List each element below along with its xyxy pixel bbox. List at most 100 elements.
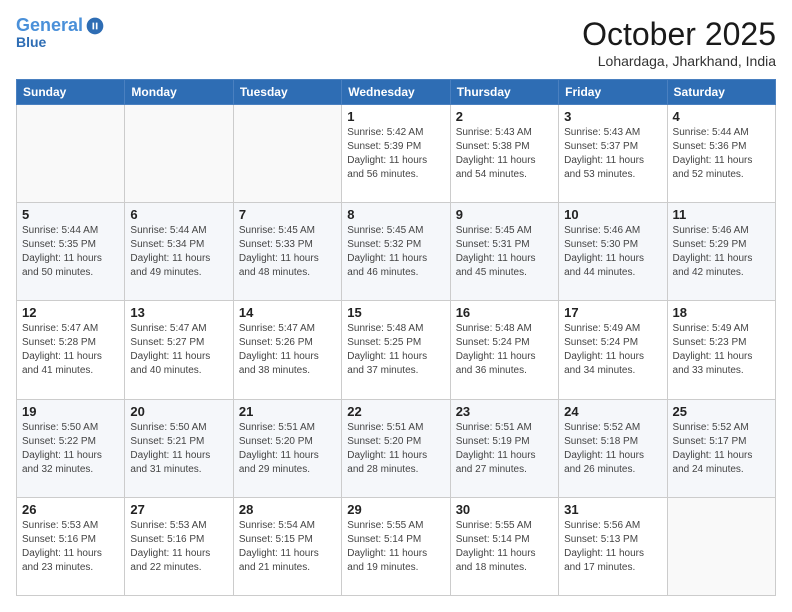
day-number: 15 <box>347 305 444 320</box>
day-number: 2 <box>456 109 553 124</box>
location: Lohardaga, Jharkhand, India <box>582 53 776 69</box>
day-number: 19 <box>22 404 119 419</box>
day-info: Sunrise: 5:54 AM Sunset: 5:15 PM Dayligh… <box>239 519 336 575</box>
day-info: Sunrise: 5:55 AM Sunset: 5:14 PM Dayligh… <box>456 519 553 575</box>
calendar-week-row: 26 Sunrise: 5:53 AM Sunset: 5:16 PM Dayli… <box>17 497 776 595</box>
month-title: October 2025 <box>582 16 776 53</box>
calendar-week-row: 1Sunrise: 5:42 AM Sunset: 5:39 PM Daylig… <box>17 105 776 203</box>
calendar-cell <box>17 105 125 203</box>
weekday-header-row: SundayMondayTuesdayWednesdayThursdayFrid… <box>17 80 776 105</box>
calendar-cell: 16Sunrise: 5:48 AM Sunset: 5:24 PM Dayli… <box>450 301 558 399</box>
day-info: Sunrise: 5:45 AM Sunset: 5:31 PM Dayligh… <box>456 224 553 280</box>
day-info: Sunrise: 5:47 AM Sunset: 5:26 PM Dayligh… <box>239 322 336 378</box>
day-info: Sunrise: 5:44 AM Sunset: 5:36 PM Dayligh… <box>673 126 770 182</box>
calendar-cell: 22Sunrise: 5:51 AM Sunset: 5:20 PM Dayli… <box>342 399 450 497</box>
day-info: Sunrise: 5:43 AM Sunset: 5:38 PM Dayligh… <box>456 126 553 182</box>
calendar-cell: 29 Sunrise: 5:55 AM Sunset: 5:14 PM Dayli… <box>342 497 450 595</box>
day-number: 22 <box>347 404 444 419</box>
day-info: Sunrise: 5:52 AM Sunset: 5:18 PM Dayligh… <box>564 421 661 477</box>
weekday-header-thursday: Thursday <box>450 80 558 105</box>
calendar-cell: 19 Sunrise: 5:50 AM Sunset: 5:22 PM Dayli… <box>17 399 125 497</box>
day-info: Sunrise: 5:47 AM Sunset: 5:28 PM Dayligh… <box>22 322 119 378</box>
day-info: Sunrise: 5:44 AM Sunset: 5:34 PM Dayligh… <box>130 224 227 280</box>
day-number: 17 <box>564 305 661 320</box>
day-number: 20 <box>130 404 227 419</box>
day-number: 29 <box>347 502 444 517</box>
day-info: Sunrise: 5:49 AM Sunset: 5:24 PM Dayligh… <box>564 322 661 378</box>
day-info: Sunrise: 5:51 AM Sunset: 5:20 PM Dayligh… <box>239 421 336 477</box>
day-number: 18 <box>673 305 770 320</box>
day-info: Sunrise: 5:49 AM Sunset: 5:23 PM Dayligh… <box>673 322 770 378</box>
calendar-cell: 10 Sunrise: 5:46 AM Sunset: 5:30 PM Dayli… <box>559 203 667 301</box>
calendar-cell: 20 Sunrise: 5:50 AM Sunset: 5:21 PM Dayli… <box>125 399 233 497</box>
day-info: Sunrise: 5:50 AM Sunset: 5:22 PM Dayligh… <box>22 421 119 477</box>
day-number: 30 <box>456 502 553 517</box>
logo-line1: General <box>16 15 83 35</box>
calendar-cell <box>667 497 775 595</box>
calendar-cell: 27 Sunrise: 5:53 AM Sunset: 5:16 PM Dayli… <box>125 497 233 595</box>
day-info: Sunrise: 5:56 AM Sunset: 5:13 PM Dayligh… <box>564 519 661 575</box>
day-info: Sunrise: 5:53 AM Sunset: 5:16 PM Dayligh… <box>22 519 119 575</box>
day-info: Sunrise: 5:53 AM Sunset: 5:16 PM Dayligh… <box>130 519 227 575</box>
day-number: 16 <box>456 305 553 320</box>
calendar-cell: 24Sunrise: 5:52 AM Sunset: 5:18 PM Dayli… <box>559 399 667 497</box>
logo-text: General <box>16 16 83 36</box>
calendar-cell: 9 Sunrise: 5:45 AM Sunset: 5:31 PM Daylig… <box>450 203 558 301</box>
day-number: 26 <box>22 502 119 517</box>
day-number: 9 <box>456 207 553 222</box>
day-number: 28 <box>239 502 336 517</box>
calendar-cell: 12 Sunrise: 5:47 AM Sunset: 5:28 PM Dayli… <box>17 301 125 399</box>
calendar-cell: 26 Sunrise: 5:53 AM Sunset: 5:16 PM Dayli… <box>17 497 125 595</box>
calendar-cell: 28 Sunrise: 5:54 AM Sunset: 5:15 PM Dayli… <box>233 497 341 595</box>
day-number: 27 <box>130 502 227 517</box>
logo-line2: Blue <box>16 34 105 50</box>
calendar-cell: 4 Sunrise: 5:44 AM Sunset: 5:36 PM Daylig… <box>667 105 775 203</box>
weekday-header-monday: Monday <box>125 80 233 105</box>
calendar-cell: 5 Sunrise: 5:44 AM Sunset: 5:35 PM Daylig… <box>17 203 125 301</box>
day-number: 25 <box>673 404 770 419</box>
calendar-cell: 7 Sunrise: 5:45 AM Sunset: 5:33 PM Daylig… <box>233 203 341 301</box>
weekday-header-sunday: Sunday <box>17 80 125 105</box>
calendar-cell: 2 Sunrise: 5:43 AM Sunset: 5:38 PM Daylig… <box>450 105 558 203</box>
weekday-header-saturday: Saturday <box>667 80 775 105</box>
day-number: 4 <box>673 109 770 124</box>
calendar-cell: 21 Sunrise: 5:51 AM Sunset: 5:20 PM Dayli… <box>233 399 341 497</box>
weekday-header-tuesday: Tuesday <box>233 80 341 105</box>
page: General Blue October 2025 Lohardaga, Jha… <box>0 0 792 612</box>
calendar-cell: 14 Sunrise: 5:47 AM Sunset: 5:26 PM Dayli… <box>233 301 341 399</box>
day-number: 13 <box>130 305 227 320</box>
calendar-week-row: 12 Sunrise: 5:47 AM Sunset: 5:28 PM Dayli… <box>17 301 776 399</box>
calendar-cell: 25Sunrise: 5:52 AM Sunset: 5:17 PM Dayli… <box>667 399 775 497</box>
calendar-cell: 17 Sunrise: 5:49 AM Sunset: 5:24 PM Dayli… <box>559 301 667 399</box>
day-number: 7 <box>239 207 336 222</box>
calendar-week-row: 5 Sunrise: 5:44 AM Sunset: 5:35 PM Daylig… <box>17 203 776 301</box>
day-number: 1 <box>347 109 444 124</box>
day-info: Sunrise: 5:55 AM Sunset: 5:14 PM Dayligh… <box>347 519 444 575</box>
day-info: Sunrise: 5:45 AM Sunset: 5:33 PM Dayligh… <box>239 224 336 280</box>
calendar-cell <box>233 105 341 203</box>
day-number: 8 <box>347 207 444 222</box>
calendar-cell: 13 Sunrise: 5:47 AM Sunset: 5:27 PM Dayli… <box>125 301 233 399</box>
weekday-header-friday: Friday <box>559 80 667 105</box>
day-number: 21 <box>239 404 336 419</box>
day-number: 14 <box>239 305 336 320</box>
day-info: Sunrise: 5:48 AM Sunset: 5:25 PM Dayligh… <box>347 322 444 378</box>
day-info: Sunrise: 5:51 AM Sunset: 5:19 PM Dayligh… <box>456 421 553 477</box>
day-info: Sunrise: 5:44 AM Sunset: 5:35 PM Dayligh… <box>22 224 119 280</box>
calendar-cell: 23Sunrise: 5:51 AM Sunset: 5:19 PM Dayli… <box>450 399 558 497</box>
day-number: 6 <box>130 207 227 222</box>
day-info: Sunrise: 5:46 AM Sunset: 5:30 PM Dayligh… <box>564 224 661 280</box>
logo: General Blue <box>16 16 105 50</box>
day-number: 11 <box>673 207 770 222</box>
calendar-week-row: 19 Sunrise: 5:50 AM Sunset: 5:22 PM Dayli… <box>17 399 776 497</box>
day-number: 10 <box>564 207 661 222</box>
day-info: Sunrise: 5:47 AM Sunset: 5:27 PM Dayligh… <box>130 322 227 378</box>
calendar-cell: 6 Sunrise: 5:44 AM Sunset: 5:34 PM Daylig… <box>125 203 233 301</box>
calendar-cell: 11Sunrise: 5:46 AM Sunset: 5:29 PM Dayli… <box>667 203 775 301</box>
day-number: 5 <box>22 207 119 222</box>
calendar-cell: 3Sunrise: 5:43 AM Sunset: 5:37 PM Daylig… <box>559 105 667 203</box>
day-number: 12 <box>22 305 119 320</box>
header: General Blue October 2025 Lohardaga, Jha… <box>16 16 776 69</box>
day-info: Sunrise: 5:50 AM Sunset: 5:21 PM Dayligh… <box>130 421 227 477</box>
calendar-cell: 30 Sunrise: 5:55 AM Sunset: 5:14 PM Dayli… <box>450 497 558 595</box>
